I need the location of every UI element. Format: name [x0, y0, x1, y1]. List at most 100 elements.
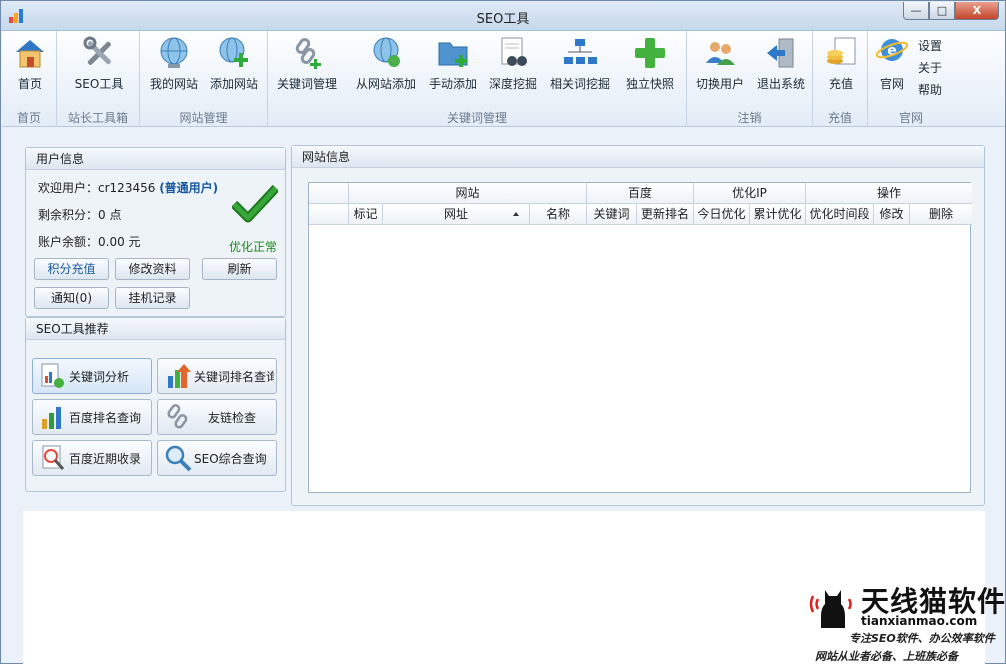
users-icon: [702, 35, 738, 71]
col-mark[interactable]: 标记: [349, 204, 383, 225]
tools-icon: [81, 35, 117, 71]
recharge-points-button[interactable]: 积分充值: [34, 258, 109, 280]
recharge-label: 充值: [828, 77, 853, 91]
tool-friend-link[interactable]: 友链检查: [157, 399, 277, 435]
settings-link[interactable]: 设置: [918, 37, 942, 54]
site-info-panel: 网站信息 网站 百度 优化IP 操作 标记 网址 名称 关键词 更新排名 今日优…: [291, 145, 985, 506]
official-site-button[interactable]: e 官网: [872, 33, 912, 105]
ribbon-group-keyword: 关键词管理 从网站添加 手动添加 深度挖掘 相关词挖掘 独立快照 关键词管理: [268, 31, 687, 127]
group-label-site: 网站管理: [179, 111, 228, 125]
help-link[interactable]: 帮助: [918, 81, 942, 98]
brand-slogan-1: 专注SEO软件、办公效率软件: [849, 632, 995, 645]
home-label: 首页: [17, 77, 42, 91]
welcome-row: 欢迎用户：cr123456 (普通用户): [38, 179, 218, 196]
edit-profile-button[interactable]: 修改资料: [115, 258, 190, 280]
add-site-button[interactable]: 添加网站: [206, 33, 262, 105]
about-link[interactable]: 关于: [918, 59, 942, 76]
row-header-cell: [309, 183, 349, 204]
col-today-opt[interactable]: 今日优化: [694, 204, 750, 225]
notify-button[interactable]: 通知(0): [34, 287, 109, 309]
seo-tool-button[interactable]: SEO工具: [71, 33, 127, 105]
logout-button[interactable]: 退出系统: [753, 33, 809, 105]
ribbon-group-recharge: 充值 充值: [813, 31, 868, 127]
checkmark-icon: [230, 184, 280, 224]
group-label-official: 官网: [898, 111, 923, 125]
switch-user-label: 切换用户: [695, 77, 744, 91]
col-name[interactable]: 名称: [530, 204, 587, 225]
group-label-home: 首页: [16, 111, 41, 125]
tool-seo-overall[interactable]: SEO综合查询: [157, 440, 277, 476]
group-optip-header: 优化IP: [694, 183, 806, 204]
hang-log-button[interactable]: 挂机记录: [115, 287, 190, 309]
brand-watermark: 天线猫软件 tianxianmao.com 专注SEO软件、办公效率软件 网站从…: [799, 578, 1006, 664]
snapshot-button[interactable]: 独立快照: [622, 33, 678, 105]
col-keyword[interactable]: 关键词: [587, 204, 637, 225]
document-binoculars-icon: [495, 35, 531, 71]
magnifier-icon: [164, 444, 192, 472]
refresh-button[interactable]: 刷新: [202, 258, 277, 280]
plus-icon: [632, 35, 668, 71]
group-site-header: 网站: [349, 183, 587, 204]
user-info-header: 用户信息: [26, 148, 285, 170]
table-group-header: 网站 百度 优化IP 操作: [309, 183, 972, 204]
tool-keyword-rank[interactable]: 关键词排名查询: [157, 358, 277, 394]
manual-add-label: 手动添加: [428, 77, 477, 91]
coins-document-icon: [823, 35, 859, 71]
maximize-button[interactable]: □: [929, 2, 955, 20]
col-opt-period[interactable]: 优化时间段: [806, 204, 874, 225]
keyword-manage-label: 关键词管理: [276, 77, 337, 91]
sort-ascending-icon: [513, 212, 519, 216]
col-edit[interactable]: 修改: [874, 204, 910, 225]
balance-text: 账户余额：0.00 元: [38, 235, 141, 249]
group-label-recharge: 充值: [827, 111, 852, 125]
house-icon: [12, 35, 48, 71]
logout-label: 退出系统: [756, 77, 805, 91]
globe-import-icon: [368, 35, 404, 71]
tool-label: 关键词排名查询: [194, 370, 274, 384]
group-label-logout: 注销: [737, 111, 762, 125]
folder-add-icon: [435, 35, 471, 71]
tool-label: 百度排名查询: [69, 411, 142, 425]
deep-mine-button[interactable]: 深度挖掘: [485, 33, 541, 105]
brand-site: tianxianmao.com: [861, 614, 978, 628]
switch-user-button[interactable]: 切换用户: [691, 33, 749, 105]
ribbon-group-site: 我的网站 添加网站 网站管理: [140, 31, 268, 127]
keyword-manage-button[interactable]: 关键词管理: [274, 33, 340, 105]
ribbon-group-toolbox: SEO工具 站长工具箱: [57, 31, 140, 127]
my-site-button[interactable]: 我的网站: [146, 33, 202, 105]
related-mine-button[interactable]: 相关词挖掘: [546, 33, 614, 105]
add-from-site-label: 从网站添加: [355, 77, 416, 91]
my-site-label: 我的网站: [149, 77, 198, 91]
minimize-button[interactable]: —: [903, 2, 929, 20]
window-title: SEO工具: [476, 12, 530, 27]
points-text: 剩余积分：0 点: [38, 208, 122, 222]
tool-keyword-analysis[interactable]: 关键词分析: [32, 358, 152, 394]
home-button[interactable]: 首页: [8, 33, 52, 105]
tool-baidu-rank[interactable]: 百度排名查询: [32, 399, 152, 435]
col-update-rank[interactable]: 更新排名: [637, 204, 694, 225]
site-table: 网站 百度 优化IP 操作 标记 网址 名称 关键词 更新排名 今日优化 累计优…: [308, 182, 972, 493]
table-column-header: 标记 网址 名称 关键词 更新排名 今日优化 累计优化 优化时间段 修改 删除: [309, 204, 972, 225]
col-url[interactable]: 网址: [383, 204, 530, 225]
user-type-badge: (普通用户): [159, 181, 219, 195]
snapshot-label: 独立快照: [625, 77, 674, 91]
brand-slogan-2: 网站从业者必备、上班族必备: [815, 650, 958, 663]
col-url-label: 网址: [443, 207, 468, 221]
close-button[interactable]: X: [955, 2, 999, 20]
group-label-keyword: 关键词管理: [446, 111, 507, 125]
recharge-button[interactable]: 充值: [819, 33, 863, 105]
row-header-cell: [309, 204, 349, 225]
tool-label: SEO综合查询: [194, 452, 267, 466]
col-delete[interactable]: 删除: [910, 204, 972, 225]
col-total-opt[interactable]: 累计优化: [750, 204, 806, 225]
keyword-analysis-icon: [39, 362, 67, 390]
official-site-label: 官网: [879, 77, 904, 91]
manual-add-button[interactable]: 手动添加: [425, 33, 481, 105]
seo-tools-header: SEO工具推荐: [26, 318, 285, 340]
site-info-header: 网站信息: [292, 146, 984, 168]
index-check-icon: [39, 444, 67, 472]
optimization-status: 优化正常: [229, 240, 278, 254]
tool-baidu-index[interactable]: 百度近期收录: [32, 440, 152, 476]
globe-icon: [156, 35, 192, 71]
add-from-site-button[interactable]: 从网站添加: [354, 33, 418, 105]
